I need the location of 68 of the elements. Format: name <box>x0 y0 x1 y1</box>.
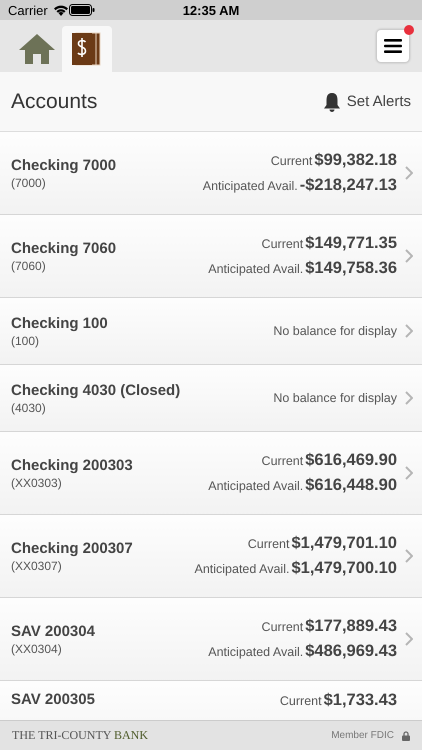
balance-label: Current <box>270 154 312 168</box>
account-name: SAV 200305 <box>11 691 95 708</box>
account-number: (XX0307) <box>11 558 63 572</box>
account-name: SAV 200304 <box>11 622 95 640</box>
account-number: (7000) <box>11 176 47 190</box>
account-name: Checking 100 <box>11 314 108 332</box>
fdic-label: Member FDIC <box>331 730 394 741</box>
house-icon <box>18 33 56 65</box>
balance-label: Anticipated Avail. <box>202 179 298 193</box>
balance-amount: $1,479,700.10 <box>291 559 397 578</box>
wifi-icon <box>52 4 69 16</box>
account-number: (7060) <box>11 258 47 272</box>
account-name: Checking 4030 (Closed) <box>11 382 180 398</box>
chevron-icon <box>405 324 413 338</box>
account-row[interactable]: Checking 7000 (7000) Current$99,382.18 Anticipated Avail.-$218,247.13 <box>0 132 422 215</box>
account-number: (XX0304) <box>11 642 63 656</box>
account-row[interactable]: SAV 200305 Current$1,733.43 <box>0 681 422 720</box>
account-row[interactable]: Checking 7060 (7060) Current$149,771.35 Anticipated Avail.$149,758.36 <box>0 215 422 298</box>
no-balance-message: No balance for display <box>273 391 397 405</box>
balance-label: Current <box>262 620 304 634</box>
balance-label: Anticipated Avail. <box>208 479 304 493</box>
account-row[interactable]: SAV 200304 (XX0304) Current$177,889.43 Anticipated Avail.$486,969.43 <box>0 598 422 681</box>
account-row[interactable]: Checking 100 (100) No balance for display <box>0 298 422 365</box>
page-title: Accounts <box>11 90 98 114</box>
account-name: Checking 7060 <box>11 240 116 256</box>
carrier-label: Carrier <box>8 2 48 18</box>
chevron-icon <box>405 166 413 180</box>
bank-logo: THE TRI-COUNTY BANK <box>12 728 148 743</box>
no-balance-message: No balance for display <box>273 324 397 338</box>
balance-amount: $1,733.43 <box>324 691 397 710</box>
balance-amount: $616,469.90 <box>305 451 397 470</box>
chevron-icon <box>405 549 413 563</box>
account-row[interactable]: Checking 200303 (XX0303) Current$616,469.90 Anticipated Avail.$616,448.90 <box>0 432 422 515</box>
money-book-icon <box>72 32 102 66</box>
balance-amount: $99,382.18 <box>314 151 397 170</box>
set-alerts-link[interactable]: Set Alerts <box>346 93 411 110</box>
account-name: Checking 200303 <box>11 456 133 474</box>
balance-amount: $1,479,701.10 <box>291 534 397 553</box>
account-number: (XX0303) <box>11 476 63 490</box>
lock-icon <box>402 730 410 740</box>
balance-label: Anticipated Avail. <box>194 562 290 576</box>
balance-amount: $149,758.36 <box>305 259 397 278</box>
menu-icon <box>384 39 402 53</box>
accounts-tab[interactable] <box>62 26 112 72</box>
chevron-icon <box>405 249 413 263</box>
battery-icon <box>68 4 95 16</box>
balance-label: Anticipated Avail. <box>208 645 304 659</box>
account-number: (4030) <box>11 400 47 414</box>
account-row[interactable]: Checking 4030 (Closed) (4030) No balance for display <box>0 365 422 432</box>
bell-icon <box>322 92 341 112</box>
balance-label: Current <box>262 454 304 468</box>
chevron-icon <box>405 466 413 480</box>
balance-label: Anticipated Avail. <box>208 262 304 276</box>
balance-amount: $616,448.90 <box>305 476 397 495</box>
balance-amount: $486,969.43 <box>305 642 397 661</box>
balance-label: Current <box>262 237 304 251</box>
balance-label: Current <box>280 694 322 708</box>
balance-amount: $149,771.35 <box>305 234 397 253</box>
account-name: Checking 200307 <box>11 540 133 556</box>
clock-time: 12:35 AM <box>182 2 240 18</box>
account-row[interactable]: Checking 200307 (XX0307) Current$1,479,701.10 Anticipated Avail.$1,479,700.10 <box>0 515 422 598</box>
account-name: Checking 7000 <box>11 156 116 174</box>
balance-label: Current <box>248 537 290 551</box>
chevron-icon <box>405 632 413 646</box>
balance-amount: $177,889.43 <box>305 617 397 636</box>
balance-amount: -$218,247.13 <box>300 176 397 195</box>
chevron-icon <box>405 391 413 405</box>
account-number: (100) <box>11 334 40 348</box>
